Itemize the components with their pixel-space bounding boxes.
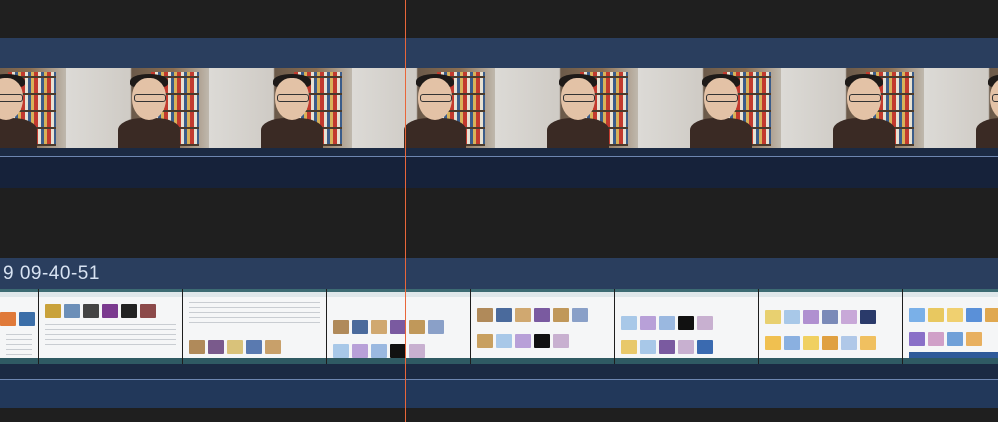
video-thumbnail xyxy=(66,68,209,148)
video-clip-bottom xyxy=(0,148,998,156)
screen-clip-bottom xyxy=(0,364,998,379)
screen-thumbnail xyxy=(471,289,614,364)
video-thumbnail xyxy=(0,68,66,148)
screen-thumbnail xyxy=(0,289,38,364)
screen-clip-title: 9 09-40-51 xyxy=(3,263,100,284)
video-thumbnail xyxy=(781,68,924,148)
screen-clip-filmstrip[interactable] xyxy=(0,289,998,364)
video-thumbnail xyxy=(924,68,998,148)
screen-thumbnail xyxy=(183,289,326,364)
video-thumbnail xyxy=(638,68,781,148)
screen-thumbnail xyxy=(615,289,758,364)
timeline-empty-top xyxy=(0,0,998,38)
video-audio-strip[interactable] xyxy=(0,157,998,188)
timeline-empty-bottom xyxy=(0,408,998,422)
screen-audio-strip[interactable] xyxy=(0,380,998,408)
video-thumbnail xyxy=(209,68,352,148)
timeline-gap xyxy=(0,188,998,258)
screen-thumbnail xyxy=(903,289,998,364)
screen-clip-header[interactable] xyxy=(0,258,998,289)
video-thumbnail xyxy=(352,68,495,148)
screen-thumbnail xyxy=(39,289,182,364)
playhead[interactable] xyxy=(405,0,406,422)
video-clip-filmstrip[interactable] xyxy=(0,68,998,148)
screen-thumbnail xyxy=(759,289,902,364)
screen-thumbnail xyxy=(327,289,470,364)
video-clip-header[interactable] xyxy=(0,38,998,68)
video-thumbnail xyxy=(495,68,638,148)
